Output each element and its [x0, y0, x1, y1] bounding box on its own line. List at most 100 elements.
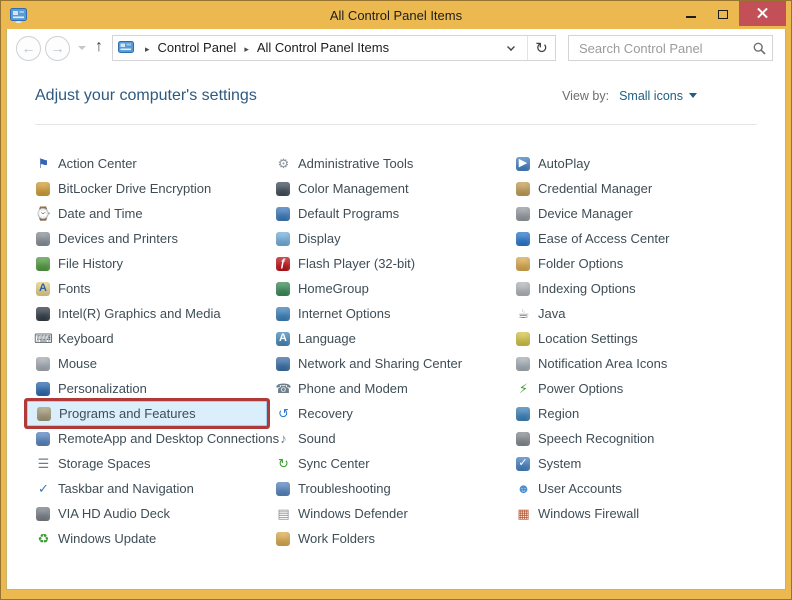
item-credential-manager[interactable]: Credential Manager: [507, 176, 765, 201]
back-icon: ←: [21, 40, 36, 56]
item-location-settings[interactable]: Location Settings: [507, 326, 765, 351]
search-box: [568, 35, 773, 61]
item-label: Mouse: [58, 356, 98, 371]
item-sound[interactable]: ♪ Sound: [267, 426, 515, 451]
item-keyboard[interactable]: ⌨ Keyboard: [27, 326, 275, 351]
item-system[interactable]: ✓ System: [507, 451, 765, 476]
fonts-icon: A: [36, 281, 50, 296]
close-button[interactable]: [739, 1, 786, 26]
item-label: Troubleshooting: [298, 481, 391, 496]
item-label: Color Management: [298, 181, 409, 196]
item-network-and-sharing-center[interactable]: Network and Sharing Center: [267, 351, 515, 376]
item-phone-and-modem[interactable]: ☎ Phone and Modem: [267, 376, 515, 401]
recent-pages-dropdown-icon[interactable]: [78, 46, 86, 50]
file-history-icon: [36, 256, 50, 271]
item-label: Network and Sharing Center: [298, 356, 463, 371]
item-label: RemoteApp and Desktop Connections: [58, 431, 280, 446]
item-java[interactable]: ☕ Java: [507, 301, 765, 326]
item-devices-and-printers[interactable]: Devices and Printers: [27, 226, 275, 251]
maximize-icon: [718, 10, 728, 19]
item-storage-spaces[interactable]: ☰ Storage Spaces: [27, 451, 275, 476]
item-windows-firewall[interactable]: ▦ Windows Firewall: [507, 501, 765, 526]
devices-and-printers-icon: [36, 231, 50, 246]
item-folder-options[interactable]: Folder Options: [507, 251, 765, 276]
control-panel-window: All Control Panel Items ← → ↑ ▸ Control P…: [0, 0, 792, 600]
item-label: Credential Manager: [538, 181, 653, 196]
item-label: BitLocker Drive Encryption: [58, 181, 212, 196]
item-label: Keyboard: [58, 331, 114, 346]
item-label: Internet Options: [298, 306, 391, 321]
item-speech-recognition[interactable]: Speech Recognition: [507, 426, 765, 451]
display-icon: [276, 231, 290, 246]
item-region[interactable]: Region: [507, 401, 765, 426]
item-label: AutoPlay: [538, 156, 591, 171]
breadcrumb-item[interactable]: Control Panel: [156, 40, 239, 55]
view-by-dropdown-icon[interactable]: [689, 93, 697, 98]
item-label: System: [538, 456, 582, 471]
item-notification-area-icons[interactable]: Notification Area Icons: [507, 351, 765, 376]
breadcrumb-item[interactable]: All Control Panel Items: [255, 40, 391, 55]
item-mouse[interactable]: Mouse: [27, 351, 275, 376]
item-windows-defender[interactable]: ▤ Windows Defender: [267, 501, 515, 526]
item-intel-graphics-and-media[interactable]: Intel(R) Graphics and Media: [27, 301, 275, 326]
user-accounts-icon: ☻: [516, 481, 531, 496]
item-troubleshooting[interactable]: Troubleshooting: [267, 476, 515, 501]
address-bar[interactable]: ▸ Control Panel ▸ All Control Panel Items ↻: [112, 35, 556, 61]
item-label: VIA HD Audio Deck: [58, 506, 170, 521]
refresh-button[interactable]: ↻: [527, 36, 555, 60]
item-file-history[interactable]: File History: [27, 251, 275, 276]
item-remoteapp-and-desktop-connections[interactable]: RemoteApp and Desktop Connections: [27, 426, 279, 451]
storage-spaces-icon: ☰: [37, 456, 50, 471]
item-language[interactable]: A Language: [267, 326, 515, 351]
item-color-management[interactable]: Color Management: [267, 176, 515, 201]
address-dropdown-icon[interactable]: [507, 42, 515, 51]
search-input[interactable]: [577, 39, 753, 57]
item-work-folders[interactable]: Work Folders: [267, 526, 515, 551]
item-programs-and-features[interactable]: Programs and Features: [27, 401, 267, 426]
item-autoplay[interactable]: ▶ AutoPlay: [507, 151, 765, 176]
item-flash-player[interactable]: ƒ Flash Player (32-bit): [267, 251, 515, 276]
item-taskbar-and-navigation[interactable]: ✓ Taskbar and Navigation: [27, 476, 275, 501]
item-windows-update[interactable]: ♻ Windows Update: [27, 526, 275, 551]
item-personalization[interactable]: Personalization: [27, 376, 275, 401]
minimize-button[interactable]: [675, 1, 707, 26]
recovery-icon: ↺: [278, 406, 289, 421]
item-display[interactable]: Display: [267, 226, 515, 251]
item-label: HomeGroup: [298, 281, 369, 296]
item-label: Notification Area Icons: [538, 356, 668, 371]
item-homegroup[interactable]: HomeGroup: [267, 276, 515, 301]
item-default-programs[interactable]: Default Programs: [267, 201, 515, 226]
item-label: Recovery: [298, 406, 353, 421]
remoteapp-and-desktop-connections-icon: [36, 431, 50, 446]
network-and-sharing-center-icon: [276, 356, 290, 371]
item-label: Region: [538, 406, 580, 421]
item-recovery[interactable]: ↺ Recovery: [267, 401, 515, 426]
up-button[interactable]: ↑: [95, 38, 103, 56]
item-device-manager[interactable]: Device Manager: [507, 201, 765, 226]
item-bitlocker-drive-encryption[interactable]: BitLocker Drive Encryption: [27, 176, 275, 201]
item-fonts[interactable]: A Fonts: [27, 276, 275, 301]
speech-recognition-icon: [516, 431, 530, 446]
item-user-accounts[interactable]: ☻ User Accounts: [507, 476, 765, 501]
personalization-icon: [36, 381, 50, 396]
item-administrative-tools[interactable]: ⚙ Administrative Tools: [267, 151, 515, 176]
window-content: ← → ↑ ▸ Control Panel ▸ All Control Panel I…: [6, 29, 786, 590]
back-button[interactable]: ←: [16, 35, 41, 61]
item-indexing-options[interactable]: Indexing Options: [507, 276, 765, 301]
item-label: Fonts: [58, 281, 91, 296]
view-by-value[interactable]: Small icons: [619, 89, 683, 103]
item-action-center[interactable]: ⚑ Action Center: [27, 151, 275, 176]
item-via-hd-audio-deck[interactable]: VIA HD Audio Deck: [27, 501, 275, 526]
item-power-options[interactable]: ⚡ Power Options: [507, 376, 765, 401]
item-ease-of-access-center[interactable]: Ease of Access Center: [507, 226, 765, 251]
item-label: Location Settings: [538, 331, 638, 346]
color-management-icon: [276, 181, 290, 196]
item-label: Default Programs: [298, 206, 400, 221]
navigation-bar: ← → ↑ ▸ Control Panel ▸ All Control Panel I…: [7, 29, 785, 67]
item-label: Indexing Options: [538, 281, 636, 296]
item-sync-center[interactable]: ↻ Sync Center: [267, 451, 515, 476]
item-date-and-time[interactable]: ⌚ Date and Time: [27, 201, 275, 226]
item-internet-options[interactable]: Internet Options: [267, 301, 515, 326]
maximize-button[interactable]: [707, 1, 739, 26]
forward-button[interactable]: →: [45, 35, 70, 61]
